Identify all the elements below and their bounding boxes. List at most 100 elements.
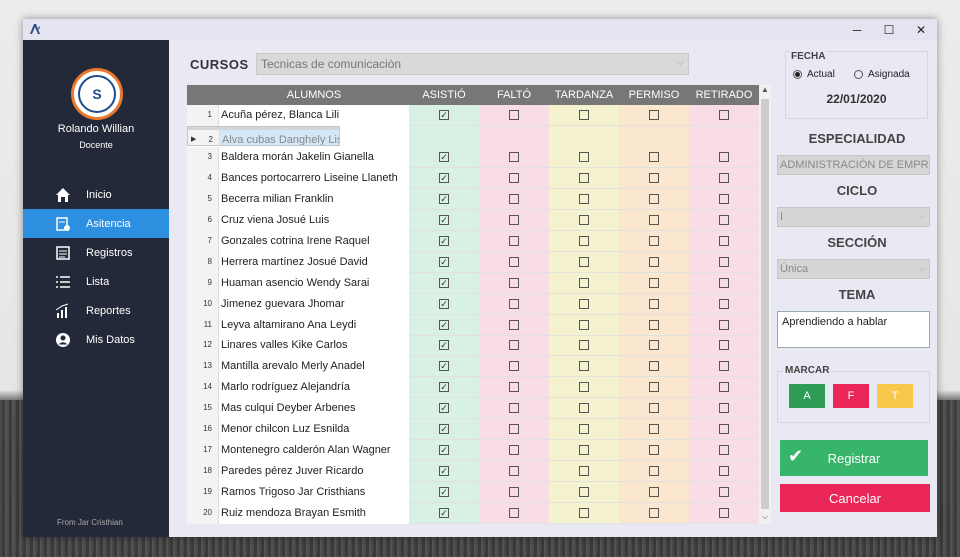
seccion-select[interactable]: Única ⌵ — [777, 259, 930, 279]
table-row[interactable]: 7 Gonzales cotrina Irene Raquel ✓ — [187, 230, 759, 252]
table-row[interactable]: 9 Huaman asencio Wendy Sarai ✓ — [187, 272, 759, 294]
minimize-button[interactable]: ─ — [841, 19, 873, 40]
checkbox-tardanza[interactable] — [579, 193, 589, 204]
checkbox-retirado[interactable] — [719, 466, 729, 477]
checkbox-permiso[interactable] — [649, 298, 659, 309]
checkbox-permiso[interactable] — [649, 508, 659, 519]
checkbox-retirado[interactable] — [719, 172, 729, 183]
table-row[interactable]: 10 Jimenez guevara Jhomar ✓ — [187, 293, 759, 315]
table-row[interactable]: 15 Mas culqui Deyber Arbenes ✓ — [187, 398, 759, 420]
checkbox-permiso[interactable] — [649, 382, 659, 393]
checkbox-tardanza[interactable] — [579, 340, 589, 351]
maximize-button[interactable]: ☐ — [873, 19, 905, 40]
checkbox-tardanza[interactable] — [579, 382, 589, 393]
checkbox-asistio[interactable]: ✓ — [439, 466, 449, 477]
checkbox-falto[interactable] — [509, 382, 519, 393]
column-header-falto[interactable]: FALTÓ — [479, 85, 549, 105]
checkbox-permiso[interactable] — [649, 340, 659, 351]
checkbox-asistio[interactable]: ✓ — [439, 319, 449, 330]
checkbox-tardanza[interactable] — [579, 277, 589, 288]
checkbox-falto[interactable] — [509, 508, 519, 519]
checkbox-asistio[interactable]: ✓ — [439, 340, 449, 351]
table-row[interactable]: 16 Menor chilcon Luz Esnilda ✓ — [187, 419, 759, 441]
table-row[interactable]: 4 Bances portocarrero Liseine Llaneth ✓ — [187, 167, 759, 189]
checkbox-asistio[interactable]: ✓ — [439, 508, 449, 519]
mark-falto-button[interactable]: F — [833, 384, 869, 408]
checkbox-falto[interactable] — [509, 466, 519, 477]
scroll-down-icon[interactable]: ⌵ — [759, 512, 771, 522]
table-row[interactable]: 18 Paredes pérez Juver Ricardo ✓ — [187, 461, 759, 483]
scrollbar-thumb[interactable] — [761, 99, 769, 509]
checkbox-falto[interactable] — [509, 424, 519, 435]
checkbox-permiso[interactable] — [649, 466, 659, 477]
checkbox-falto[interactable] — [509, 361, 519, 372]
checkbox-falto[interactable] — [509, 340, 519, 351]
checkbox-asistio[interactable]: ✓ — [439, 382, 449, 393]
checkbox-permiso[interactable] — [649, 256, 659, 267]
checkbox-permiso[interactable] — [649, 151, 659, 162]
checkbox-retirado[interactable] — [719, 508, 729, 519]
checkbox-permiso[interactable] — [649, 319, 659, 330]
cursos-select[interactable]: Tecnicas de comunicaciòn ⌵ — [256, 53, 689, 75]
checkbox-tardanza[interactable] — [579, 508, 589, 519]
checkbox-retirado[interactable] — [719, 277, 729, 288]
table-row[interactable]: 6 Cruz viena Josué Luis ✓ — [187, 209, 759, 231]
checkbox-retirado[interactable] — [719, 110, 729, 120]
column-header-tardanza[interactable]: TARDANZA — [549, 85, 619, 105]
tema-input[interactable]: Aprendiendo a hablar — [777, 311, 930, 348]
checkbox-permiso[interactable] — [649, 110, 659, 120]
grid-scrollbar[interactable]: ▲ ⌵ — [759, 85, 771, 524]
cancelar-button[interactable]: Cancelar — [780, 484, 930, 512]
checkbox-tardanza[interactable] — [579, 487, 589, 498]
checkbox-tardanza[interactable] — [579, 424, 589, 435]
checkbox-asistio[interactable]: ✓ — [439, 235, 449, 246]
column-header-permiso[interactable]: PERMISO — [619, 85, 689, 105]
checkbox-tardanza[interactable] — [579, 361, 589, 372]
checkbox-falto[interactable] — [509, 298, 519, 309]
checkbox-tardanza[interactable] — [579, 445, 589, 456]
table-row[interactable]: 5 Becerra milian Franklin ✓ — [187, 188, 759, 210]
checkbox-asistio[interactable]: ✓ — [439, 487, 449, 498]
table-row[interactable]: 1 Acuña pérez, Blanca Lili ✓ — [187, 105, 759, 126]
checkbox-asistio[interactable]: ✓ — [439, 361, 449, 372]
checkbox-falto[interactable] — [509, 235, 519, 246]
table-row[interactable]: 11 Leyva altamirano Ana Leydi ✓ — [187, 314, 759, 336]
checkbox-asistio[interactable]: ✓ — [439, 151, 449, 162]
checkbox-asistio[interactable]: ✓ — [439, 403, 449, 414]
registrar-button[interactable]: ✔ Registrar — [780, 440, 928, 476]
checkbox-asistio[interactable]: ✓ — [439, 193, 449, 204]
scroll-up-icon[interactable]: ▲ — [759, 85, 771, 94]
mark-asistio-button[interactable]: A — [789, 384, 825, 408]
checkbox-retirado[interactable] — [719, 424, 729, 435]
checkbox-falto[interactable] — [509, 445, 519, 456]
checkbox-falto[interactable] — [509, 403, 519, 414]
checkbox-tardanza[interactable] — [579, 256, 589, 267]
radio-actual[interactable]: Actual — [793, 69, 835, 80]
checkbox-retirado[interactable] — [719, 445, 729, 456]
table-row[interactable]: 17 Montenegro calderón Alan Wagner ✓ — [187, 440, 759, 462]
column-header-asistio[interactable]: ASISTIÓ — [409, 85, 479, 105]
checkbox-permiso[interactable] — [649, 361, 659, 372]
checkbox-permiso[interactable] — [649, 172, 659, 183]
sidebar-item-lista[interactable]: Lista — [23, 267, 169, 296]
checkbox-falto[interactable] — [509, 256, 519, 267]
checkbox-falto[interactable] — [509, 172, 519, 183]
checkbox-permiso[interactable] — [649, 277, 659, 288]
table-row[interactable]: 8 Herrera martínez Josué David ✓ — [187, 251, 759, 273]
checkbox-tardanza[interactable] — [579, 151, 589, 162]
table-row[interactable]: ▶2Alva cubas Danghely Lisbeth✓ — [187, 125, 340, 146]
table-row[interactable]: 12 Linares valles Kike Carlos ✓ — [187, 335, 759, 357]
checkbox-asistio[interactable]: ✓ — [439, 424, 449, 435]
column-header-alumnos[interactable]: ALUMNOS — [219, 85, 409, 105]
column-header-retirado[interactable]: RETIRADO — [689, 85, 759, 105]
checkbox-falto[interactable] — [509, 193, 519, 204]
checkbox-tardanza[interactable] — [579, 235, 589, 246]
table-row[interactable]: 19 Ramos Trigoso Jar Cristhians ✓ — [187, 482, 759, 504]
checkbox-retirado[interactable] — [719, 151, 729, 162]
checkbox-falto[interactable] — [509, 487, 519, 498]
especialidad-select[interactable]: ADMINISTRACIÓN DE EMPRE ⌵ — [777, 155, 930, 175]
checkbox-asistio[interactable]: ✓ — [439, 298, 449, 309]
checkbox-permiso[interactable] — [649, 214, 659, 225]
checkbox-retirado[interactable] — [719, 298, 729, 309]
ciclo-select[interactable]: I ⌵ — [777, 207, 930, 227]
